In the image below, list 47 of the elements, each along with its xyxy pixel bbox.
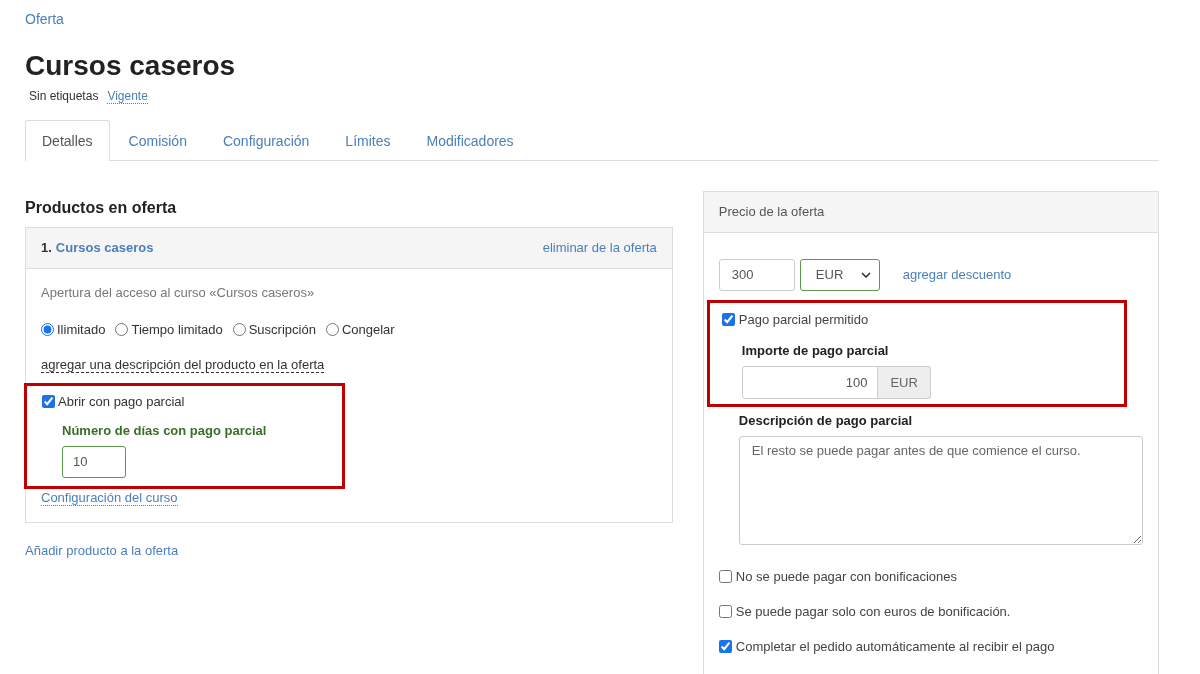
checkbox-label: Se puede pagar solo con euros de bonificación. xyxy=(735,603,1011,619)
radio-button[interactable] xyxy=(41,322,54,336)
add-product-link[interactable]: Añadir producto a la oferta xyxy=(25,542,179,558)
chevron-down-icon xyxy=(860,271,871,278)
tab[interactable]: Modificadores xyxy=(409,119,531,160)
product-link[interactable]: Cursos caseros xyxy=(55,240,154,256)
access-text: Apertura del acceso al curso «Cursos caseros» xyxy=(41,284,316,300)
checkbox-label: Abrir con pago parcial xyxy=(58,393,185,409)
tab[interactable]: Detalles xyxy=(25,119,110,161)
panel-header: Precio de la oferta xyxy=(703,191,1158,233)
checkbox[interactable] xyxy=(718,569,732,583)
discount-link[interactable]: agregar descuento xyxy=(902,267,1012,283)
tab[interactable]: Comisión xyxy=(111,119,204,160)
checkbox-label: Pago parcial permitido xyxy=(738,311,869,327)
checkbox[interactable] xyxy=(718,639,732,653)
checkbox-label: Completar el pedido automáticamente al recibir el pago xyxy=(735,638,1055,654)
radio-label: Ilimitado xyxy=(57,321,106,337)
currency-dropdown[interactable]: EUR xyxy=(799,258,880,291)
currency-addon: EUR xyxy=(878,365,931,399)
field-label: Importe de pago parcial xyxy=(741,342,890,358)
radio-button[interactable] xyxy=(232,322,246,336)
radio-button[interactable] xyxy=(115,322,129,336)
tab[interactable]: Límites xyxy=(328,119,408,160)
section-heading: Productos en oferta xyxy=(25,198,178,217)
text-area[interactable]: El resto se puede pagar antes de que comience el curso. xyxy=(738,435,1143,545)
radio-label: Suscripción xyxy=(248,321,316,337)
checkbox-label: No se puede pagar con bonificaciones xyxy=(735,568,957,584)
price-field[interactable]: 300 xyxy=(718,258,795,291)
radio-label: Congelar xyxy=(341,321,395,337)
tab[interactable]: Configuración xyxy=(205,119,327,160)
tags-label: Sin etiquetas xyxy=(29,88,99,103)
field-label: Descripción de pago parcial xyxy=(738,412,914,428)
page-title: Cursos caseros xyxy=(25,49,237,83)
status-link[interactable]: Vigente xyxy=(107,88,148,104)
field-label: Número de días con pago parcial xyxy=(62,422,268,438)
checkbox[interactable] xyxy=(721,312,735,326)
checkbox[interactable] xyxy=(42,394,55,408)
input-field[interactable]: 10 xyxy=(62,445,126,478)
item-number: 1. xyxy=(41,240,52,256)
settings-link[interactable]: Configuración del curso xyxy=(41,489,178,506)
remove-link[interactable]: eliminar de la oferta xyxy=(542,240,657,256)
breadcrumb-link[interactable]: Oferta xyxy=(25,11,64,27)
radio-label: Tiempo limitado xyxy=(131,321,223,337)
radio-button[interactable] xyxy=(325,322,339,336)
checkbox[interactable] xyxy=(718,604,732,618)
amount-field[interactable]: 100 xyxy=(741,365,879,399)
description-link[interactable]: agregar una descripción del producto en la oferta xyxy=(41,356,325,373)
